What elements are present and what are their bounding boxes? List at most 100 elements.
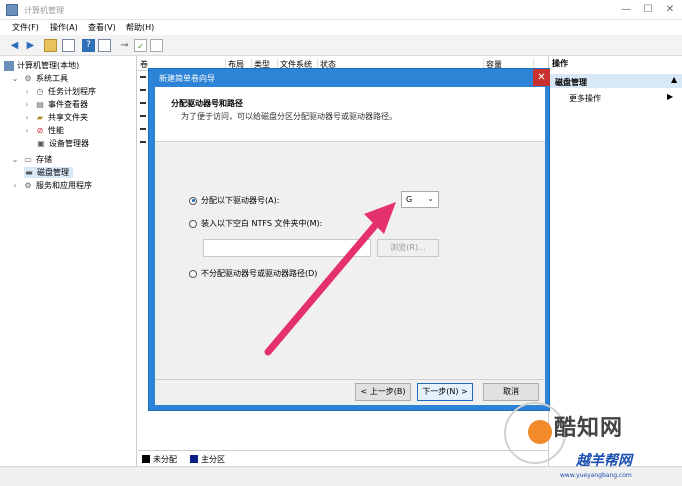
tree-item-performance[interactable]: › ⊘ 性能	[22, 125, 64, 136]
tools-icon: ⚙	[24, 73, 32, 83]
tree-item-storage[interactable]: ⌄ ▭ 存储	[10, 154, 52, 165]
tree-item-shared-folders[interactable]: › ▰ 共享文件夹	[22, 112, 88, 123]
menu-help[interactable]: 帮助(H)	[126, 22, 154, 33]
disk-legend: 未分配 主分区	[138, 450, 548, 466]
tree-item-system-tools[interactable]: ⌄ ⚙ 系统工具	[10, 73, 68, 84]
drive-letter-select[interactable]: G ⌄	[401, 191, 439, 208]
folder-icon[interactable]	[44, 39, 57, 52]
chevron-down-icon: ⌄	[11, 154, 19, 164]
new-simple-volume-wizard: 新建简单卷向导 ✕ 分配驱动器号和路径 为了便于访问，可以给磁盘分区分配驱动器号…	[148, 68, 550, 411]
tree-item-label: 设备管理器	[49, 139, 89, 148]
primary-swatch	[190, 455, 198, 463]
tree-item-label: 系统工具	[36, 74, 68, 83]
dialog-icon[interactable]	[150, 39, 163, 52]
minimize-button[interactable]: —	[616, 2, 636, 18]
legend-primary: 主分区	[201, 455, 225, 464]
option-mount-folder[interactable]: 装入以下空白 NTFS 文件夹中(M):	[189, 218, 322, 229]
disk-management-icon: ▬	[25, 167, 33, 177]
wizard-body: 分配驱动器号和路径 为了便于访问，可以给磁盘分区分配驱动器号或驱动器路径。 分配…	[155, 87, 545, 405]
wizard-subheading: 为了便于访问，可以给磁盘分区分配驱动器号或驱动器路径。	[181, 112, 397, 121]
option-assign-drive-letter[interactable]: 分配以下驱动器号(A):	[189, 195, 279, 206]
more-actions-label: 更多操作	[569, 94, 601, 103]
chevron-down-icon: ⌄	[11, 73, 19, 83]
browse-button[interactable]: 浏览(R)...	[377, 239, 439, 257]
details-icon[interactable]	[98, 39, 111, 52]
services-icon: ⚙	[24, 180, 32, 190]
tree-item-label: 共享文件夹	[48, 113, 88, 122]
help-icon[interactable]: ?	[82, 39, 95, 52]
forward-arrow-icon[interactable]: ▶	[24, 39, 37, 52]
option-mount-folder-label: 装入以下空白 NTFS 文件夹中(M):	[201, 219, 323, 228]
volume-rows-edge	[140, 76, 146, 146]
tree-item-label: 计算机管理(本地)	[17, 61, 80, 70]
computer-management-icon	[6, 4, 18, 16]
toolbar: ◀ ▶ ? ⊸ ✓	[0, 35, 682, 56]
tree-item-label: 磁盘管理	[37, 168, 69, 177]
radio-mount-folder[interactable]	[189, 219, 197, 228]
tree-item-device-manager[interactable]: ▣ 设备管理器	[36, 138, 89, 149]
option-assign-drive-letter-label: 分配以下驱动器号(A):	[201, 196, 280, 205]
radio-assign-drive-letter[interactable]	[189, 196, 197, 205]
device-manager-icon: ▣	[37, 138, 45, 148]
performance-icon: ⊘	[36, 125, 44, 135]
maximize-button[interactable]: ☐	[638, 2, 658, 18]
tree-item-services-applications[interactable]: › ⚙ 服务和应用程序	[10, 180, 92, 191]
tree-item-computer-management[interactable]: 计算机管理(本地)	[4, 60, 79, 71]
wizard-title: 新建简单卷向导	[159, 74, 215, 83]
option-no-drive-letter[interactable]: 不分配驱动器号或驱动器路径(D)	[189, 268, 317, 279]
chevron-right-icon: ›	[25, 112, 29, 122]
close-button[interactable]: ✕	[660, 2, 680, 18]
actions-section-disk-management[interactable]: 磁盘管理 ▲	[549, 74, 682, 88]
wizard-heading: 分配驱动器号和路径	[171, 99, 243, 108]
actions-pane: 操作 磁盘管理 ▲ 更多操作 ▶	[548, 56, 682, 466]
tree-item-label: 任务计划程序	[48, 87, 96, 96]
watermark-dot	[528, 420, 552, 444]
list-icon[interactable]	[62, 39, 75, 52]
watermark-brand-secondary: 越羊帮网	[576, 453, 632, 469]
window-title: 计算机管理	[24, 6, 64, 15]
menu-bar: 文件(F) 操作(A) 查看(V) 帮助(H)	[0, 20, 682, 35]
option-no-drive-letter-label: 不分配驱动器号或驱动器路径(D)	[201, 269, 318, 278]
title-bar: 计算机管理 — ☐ ✕	[0, 0, 682, 20]
actions-section-label: 磁盘管理	[555, 78, 587, 87]
chevron-right-icon: ▶	[667, 92, 674, 101]
watermark-brand: 酷知网	[554, 416, 624, 441]
menu-action[interactable]: 操作(A)	[50, 22, 78, 33]
chevron-right-icon: ›	[25, 86, 29, 96]
menu-file[interactable]: 文件(F)	[12, 22, 39, 33]
tree-item-disk-management[interactable]: ▬ 磁盘管理	[24, 167, 73, 178]
chevron-up-icon: ▲	[671, 75, 678, 84]
drive-letter-value: G	[406, 195, 413, 204]
wizard-header: 分配驱动器号和路径 为了便于访问，可以给磁盘分区分配驱动器号或驱动器路径。	[155, 87, 545, 142]
watermark-url: www.yueyangbang.com	[560, 472, 632, 479]
storage-icon: ▭	[24, 154, 32, 164]
actions-header: 操作	[549, 58, 682, 71]
chevron-down-icon: ⌄	[427, 194, 434, 203]
more-actions-item[interactable]: 更多操作 ▶	[549, 90, 682, 104]
check-icon[interactable]: ✓	[134, 39, 147, 52]
chevron-right-icon: ›	[25, 99, 29, 109]
tree-item-event-viewer[interactable]: › ▤ 事件查看器	[22, 99, 88, 110]
wizard-close-button[interactable]: ✕	[533, 69, 550, 86]
radio-no-drive-letter[interactable]	[189, 269, 197, 278]
navigation-tree: 计算机管理(本地) ⌄ ⚙ 系统工具 › ◷ 任务计划程序 › ▤ 事件查看器 › ▰ 共享文件…	[0, 56, 137, 466]
computer-icon	[4, 60, 14, 71]
cancel-button[interactable]: 取消	[483, 383, 539, 401]
back-arrow-icon[interactable]: ◀	[8, 39, 21, 52]
tree-item-label: 存储	[36, 155, 52, 164]
disk-icon[interactable]: ⊸	[118, 39, 131, 52]
legend-unallocated: 未分配	[153, 455, 177, 464]
next-button[interactable]: 下一步(N) >	[417, 383, 473, 401]
folder-path-input[interactable]	[203, 239, 371, 257]
clock-icon: ◷	[36, 86, 44, 96]
tree-item-label: 性能	[48, 126, 64, 135]
chevron-right-icon: ›	[25, 125, 29, 135]
tree-item-label: 事件查看器	[48, 100, 88, 109]
tree-item-task-scheduler[interactable]: › ◷ 任务计划程序	[22, 86, 96, 97]
event-viewer-icon: ▤	[36, 99, 44, 109]
menu-view[interactable]: 查看(V)	[88, 22, 116, 33]
back-button[interactable]: < 上一步(B)	[355, 383, 411, 401]
unallocated-swatch	[142, 455, 150, 463]
shared-folder-icon: ▰	[36, 112, 44, 122]
tree-item-label: 服务和应用程序	[36, 181, 92, 190]
